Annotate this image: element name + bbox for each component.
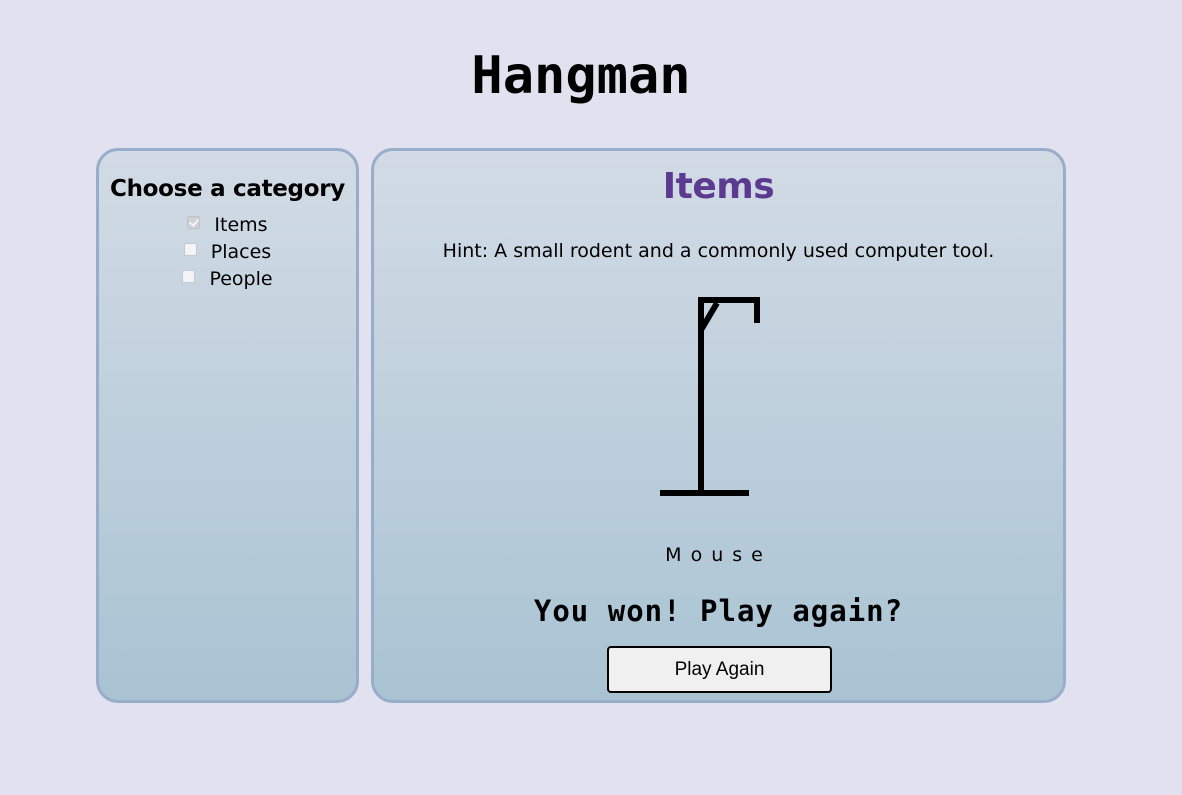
people-checkbox[interactable] — [182, 270, 196, 283]
items-checkbox[interactable] — [187, 216, 201, 229]
page-title: Hangman — [471, 46, 691, 106]
gallows-icon — [660, 297, 760, 496]
category-list: Items Places People — [99, 211, 356, 292]
category-option-label: Items — [214, 213, 268, 236]
gallows-brace — [698, 301, 720, 332]
category-panel: Choose a category Items Places People — [96, 148, 359, 703]
revealed-word: Mouse — [665, 544, 772, 566]
category-option-label: Places — [210, 240, 272, 263]
category-option-places[interactable]: Places — [99, 238, 356, 265]
result-message: You won! Play again? — [533, 594, 904, 628]
category-option-label: People — [209, 267, 273, 290]
category-title: Items — [662, 166, 775, 207]
category-option-people[interactable]: People — [99, 265, 356, 292]
hint-text: Hint: A small rodent and a commonly used… — [442, 240, 995, 262]
category-option-items[interactable]: Items — [99, 211, 356, 238]
game-panel: Items Hint: A small rodent and a commonl… — [371, 148, 1066, 703]
play-again-button[interactable]: Play Again — [607, 646, 832, 693]
places-checkbox[interactable] — [183, 243, 197, 256]
category-heading: Choose a category — [110, 176, 345, 202]
